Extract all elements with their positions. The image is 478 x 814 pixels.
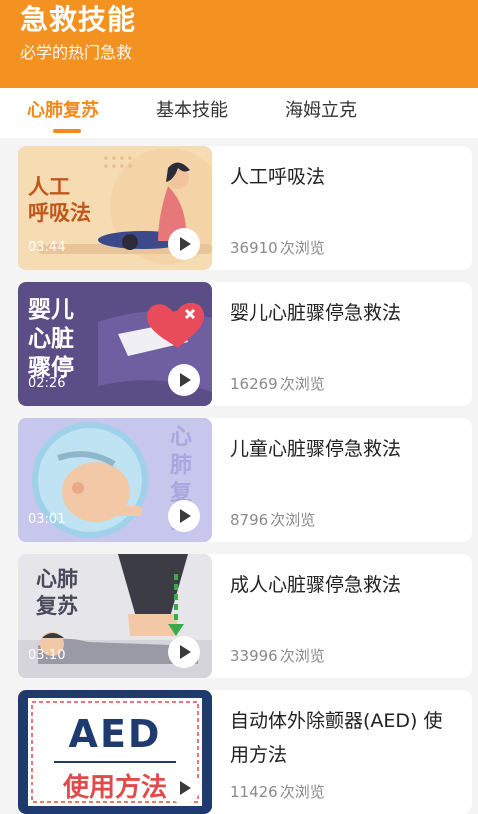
tab-bar: 心肺复苏 基本技能 海姆立克 — [0, 88, 478, 138]
video-card[interactable]: 人工 呼吸法 03:44 人工呼吸法 36910 次浏览 — [18, 146, 472, 270]
play-icon[interactable] — [168, 500, 200, 532]
view-count: 11426 次浏览 — [230, 783, 325, 801]
video-duration: 03:01 — [28, 512, 66, 527]
tab-heimlich[interactable]: 海姆立克 — [285, 98, 357, 124]
video-thumbnail[interactable]: 心肺 复苏 03:10 — [18, 554, 212, 678]
video-title[interactable]: 儿童心脏骤停急救法 — [230, 432, 460, 466]
active-tab-indicator — [53, 129, 81, 133]
play-icon[interactable] — [168, 772, 200, 804]
thumb-caption: 心肺 复苏 — [36, 567, 78, 618]
video-title[interactable]: 人工呼吸法 — [230, 160, 460, 194]
page-title: 急救技能 — [20, 3, 137, 36]
view-count: 8796 次浏览 — [230, 511, 316, 529]
play-icon[interactable] — [168, 364, 200, 396]
tab-cpr[interactable]: 心肺复苏 — [27, 98, 99, 124]
video-thumbnail[interactable]: AED 使用方法 02:06 — [18, 690, 212, 814]
thumb-caption: 人工 呼吸法 — [28, 175, 91, 225]
video-card[interactable]: 心 肺 复 苏 03:01 儿童心脏骤停急救法 8796次浏览 — [18, 418, 472, 542]
video-card[interactable]: 心肺 复苏 03:10 成人心脏骤停急救法 33996 次浏览 — [18, 554, 472, 678]
video-duration: 02:06 — [28, 784, 66, 799]
video-title[interactable]: 成人心脏骤停急救法 — [230, 568, 460, 602]
video-thumbnail[interactable]: 婴儿 心脏 骤停 02:26 — [18, 282, 212, 406]
view-count: 16269 次浏览 — [230, 375, 325, 393]
thumb-caption: 婴儿 心脏 骤停 — [28, 297, 74, 381]
video-card[interactable]: AED 使用方法 02:06 自动体外除颤器(AED) 使用方法 11426 次浏… — [18, 690, 472, 814]
video-list: 人工 呼吸法 03:44 人工呼吸法 36910 次浏览 婴儿 心脏 骤停 02… — [0, 138, 478, 814]
video-duration: 03:10 — [28, 648, 66, 663]
page-subtitle: 必学的热门急救 — [20, 43, 133, 62]
app-header: 急救技能 必学的热门急救 — [0, 0, 478, 88]
video-title[interactable]: 婴儿心脏骤停急救法 — [230, 296, 460, 330]
tab-basic-skills[interactable]: 基本技能 — [156, 98, 228, 124]
video-card[interactable]: 婴儿 心脏 骤停 02:26 婴儿心脏骤停急救法 16269 次浏览 — [18, 282, 472, 406]
video-duration: 03:44 — [28, 240, 66, 255]
play-icon[interactable] — [168, 636, 200, 668]
video-duration: 02:26 — [28, 376, 66, 391]
view-count: 36910 次浏览 — [230, 239, 325, 257]
view-count: 33996 次浏览 — [230, 647, 325, 665]
video-thumbnail[interactable]: 心 肺 复 苏 03:01 — [18, 418, 212, 542]
play-icon[interactable] — [168, 228, 200, 260]
video-title[interactable]: 自动体外除颤器(AED) 使用方法 — [230, 704, 460, 772]
thumb-caption-aed: AED — [68, 712, 162, 756]
video-thumbnail[interactable]: 人工 呼吸法 03:44 — [18, 146, 212, 270]
